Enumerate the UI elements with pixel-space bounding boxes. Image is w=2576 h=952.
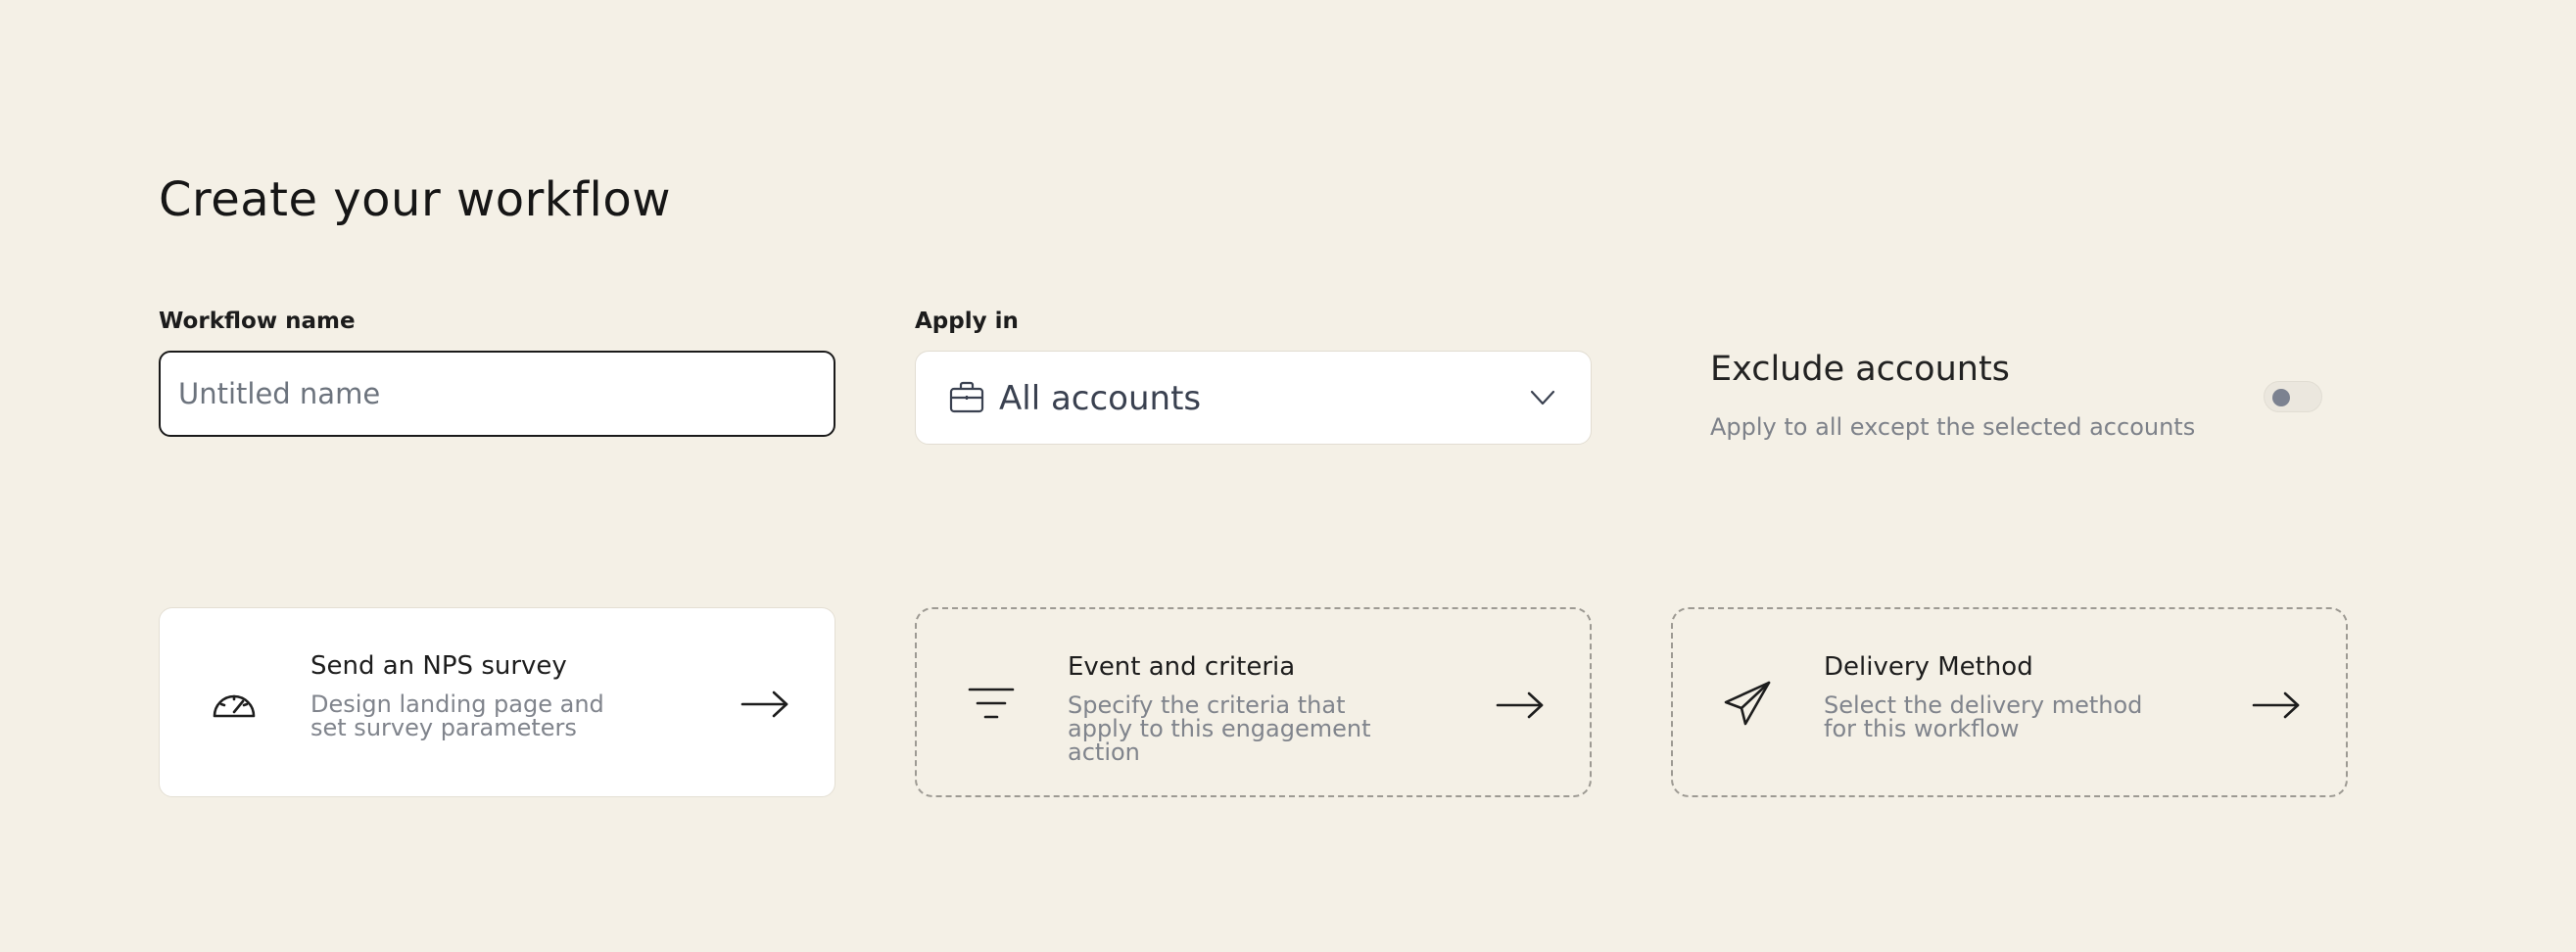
apply-in-value: All accounts xyxy=(999,379,1202,418)
nps-survey-card[interactable]: Send an NPS survey Design landing page a… xyxy=(159,607,835,797)
briefcase-icon xyxy=(949,381,984,413)
arrow-right-icon xyxy=(740,690,788,718)
arrow-right-icon xyxy=(2252,691,2300,719)
chevron-down-icon xyxy=(1530,390,1555,405)
event-criteria-card[interactable]: Event and criteria Specify the criteria … xyxy=(915,607,1592,797)
card-description: Specify the criteria that apply to this … xyxy=(1068,691,1371,766)
card-description: Select the delivery method for this work… xyxy=(1824,691,2143,742)
exclude-accounts-toggle[interactable] xyxy=(2264,381,2322,412)
workflow-name-label: Workflow name xyxy=(159,309,356,334)
toggle-knob xyxy=(2272,389,2290,406)
exclude-accounts-subtitle: Apply to all except the selected account… xyxy=(1710,413,2196,441)
exclude-accounts-title: Exclude accounts xyxy=(1710,350,2010,389)
delivery-method-card[interactable]: Delivery Method Select the delivery meth… xyxy=(1671,607,2348,797)
card-title: Send an NPS survey xyxy=(310,651,567,681)
apply-in-label: Apply in xyxy=(915,309,1019,334)
workflow-page: Create your workflow Workflow name Apply… xyxy=(0,0,2576,952)
arrow-right-icon xyxy=(1496,691,1544,719)
apply-in-select[interactable]: All accounts xyxy=(915,351,1592,445)
speedometer-icon xyxy=(213,694,256,718)
card-description: Design landing page and set survey param… xyxy=(310,690,604,741)
page-title: Create your workflow xyxy=(159,172,671,227)
card-title: Delivery Method xyxy=(1824,652,2033,682)
paper-plane-icon xyxy=(1724,681,1771,726)
filter-icon xyxy=(968,688,1015,719)
card-title: Event and criteria xyxy=(1068,652,1296,682)
workflow-name-input[interactable] xyxy=(159,351,835,437)
